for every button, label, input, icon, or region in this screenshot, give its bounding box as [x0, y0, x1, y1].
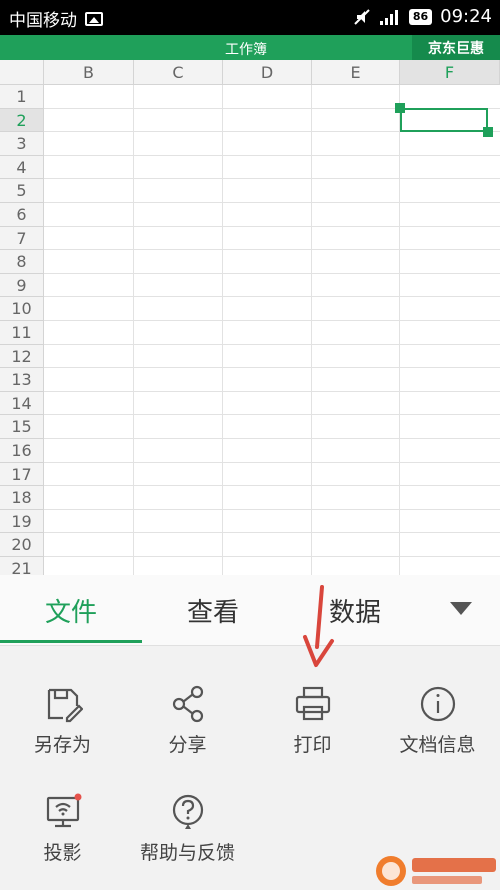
- info-icon: [418, 684, 458, 724]
- grid-row-line: [44, 202, 500, 203]
- help-feedback-label: 帮助与反馈: [139, 842, 235, 864]
- row-header-4[interactable]: 4: [0, 155, 44, 180]
- ribbon-tabs: 文件 查看 数据: [0, 575, 500, 646]
- grid-row-line: [44, 508, 500, 510]
- row-header-1[interactable]: 1: [0, 85, 44, 109]
- document-info-button[interactable]: 文档信息: [375, 684, 500, 757]
- column-header-e[interactable]: E: [312, 60, 400, 85]
- site-watermark-logo: [376, 856, 496, 886]
- grid-row-line: [44, 249, 500, 251]
- print-button[interactable]: 打印: [250, 684, 375, 757]
- grid-row-line: [44, 485, 500, 487]
- projection-button[interactable]: 投影: [0, 792, 125, 865]
- carrier-label: 中国移动: [9, 11, 77, 31]
- print-label: 打印: [293, 734, 332, 756]
- grid-row-line: [44, 414, 500, 416]
- row-header-17[interactable]: 17: [0, 462, 44, 487]
- row-header-3[interactable]: 3: [0, 132, 44, 156]
- row-header-6[interactable]: 6: [0, 203, 44, 227]
- row-header-10[interactable]: 10: [0, 297, 44, 321]
- projection-icon: [43, 792, 83, 832]
- spreadsheet-grid[interactable]: BCDEF 1 2 3 4 5 6 7 8 9 10 11 12 13 14 15 16 17 18 19 20 21: [0, 60, 500, 575]
- column-header-b[interactable]: B: [44, 60, 134, 85]
- row-header-19[interactable]: 19: [0, 509, 44, 534]
- tab-file[interactable]: 文件: [0, 575, 142, 645]
- row-header-9[interactable]: 9: [0, 273, 44, 298]
- row-header-12[interactable]: 12: [0, 344, 44, 369]
- grid-column-line: [133, 85, 134, 575]
- help-feedback-button[interactable]: 帮助与反馈: [125, 792, 250, 865]
- row-header-20[interactable]: 20: [0, 533, 44, 557]
- grid-row-line: [44, 296, 500, 298]
- row-header-14[interactable]: 14: [0, 391, 44, 416]
- annotation-arrow: [303, 585, 334, 667]
- column-header-c[interactable]: C: [134, 60, 223, 85]
- grid-row-line: [44, 154, 500, 156]
- print-icon: [293, 684, 333, 724]
- projection-label: 投影: [43, 842, 82, 864]
- grid-row-line: [44, 438, 500, 439]
- share-icon: [168, 684, 208, 724]
- save-as-label: 另存为: [33, 734, 91, 756]
- mute-icon: [354, 8, 370, 25]
- more-tabs-dropdown-icon[interactable]: [450, 602, 472, 615]
- row-header-2[interactable]: 2: [0, 108, 44, 133]
- grid-row-line: [44, 272, 500, 274]
- grid-row-line: [44, 367, 500, 369]
- row-header-8[interactable]: 8: [0, 250, 44, 274]
- grid-row-line: [44, 343, 500, 345]
- row-header-5[interactable]: 5: [0, 179, 44, 203]
- grid-row-line: [44, 390, 500, 392]
- row-header-7[interactable]: 7: [0, 226, 44, 251]
- row-header-18[interactable]: 18: [0, 486, 44, 510]
- grid-row-line: [44, 225, 500, 227]
- row-header-11[interactable]: 11: [0, 321, 44, 345]
- document-info-label: 文档信息: [399, 734, 476, 756]
- share-label: 分享: [168, 734, 207, 756]
- help-icon: [168, 792, 208, 832]
- selection-handle-top-left[interactable]: [395, 103, 405, 113]
- active-tab-indicator: [0, 640, 142, 643]
- signal-icon: [379, 9, 398, 25]
- grid-row-line: [44, 556, 500, 557]
- tab-view[interactable]: 查看: [142, 575, 284, 645]
- row-header-13[interactable]: 13: [0, 368, 44, 392]
- selection-handle-bottom-right[interactable]: [483, 127, 493, 137]
- selected-cell[interactable]: [400, 108, 488, 132]
- share-button[interactable]: 分享: [125, 684, 250, 757]
- grid-row-line: [44, 532, 500, 534]
- workbook-title: 工作簿: [225, 42, 267, 58]
- status-bar: 中国移动 86 09:24: [0, 0, 500, 35]
- grid-column-line: [222, 85, 223, 575]
- jd-promo-button[interactable]: 京东巨惠: [412, 35, 500, 60]
- row-header-21[interactable]: 21: [0, 557, 44, 575]
- column-header-d[interactable]: D: [223, 60, 312, 85]
- grid-row-line: [44, 461, 500, 463]
- clock: 09:24: [440, 6, 492, 27]
- grid-row-line: [44, 320, 500, 321]
- image-notification-icon: [85, 11, 103, 26]
- grid-column-line: [311, 85, 312, 575]
- grid-row-line: [44, 178, 500, 180]
- row-header-16[interactable]: 16: [0, 439, 44, 463]
- save-as-icon: [43, 684, 84, 724]
- save-as-button[interactable]: 另存为: [0, 684, 125, 757]
- grid-column-line: [399, 85, 400, 575]
- row-header-15[interactable]: 15: [0, 415, 44, 439]
- title-bar: 工作簿 京东巨惠: [0, 35, 500, 60]
- select-all-corner[interactable]: [0, 60, 44, 85]
- battery-icon: 86: [408, 8, 433, 25]
- column-header-f[interactable]: F: [400, 60, 500, 85]
